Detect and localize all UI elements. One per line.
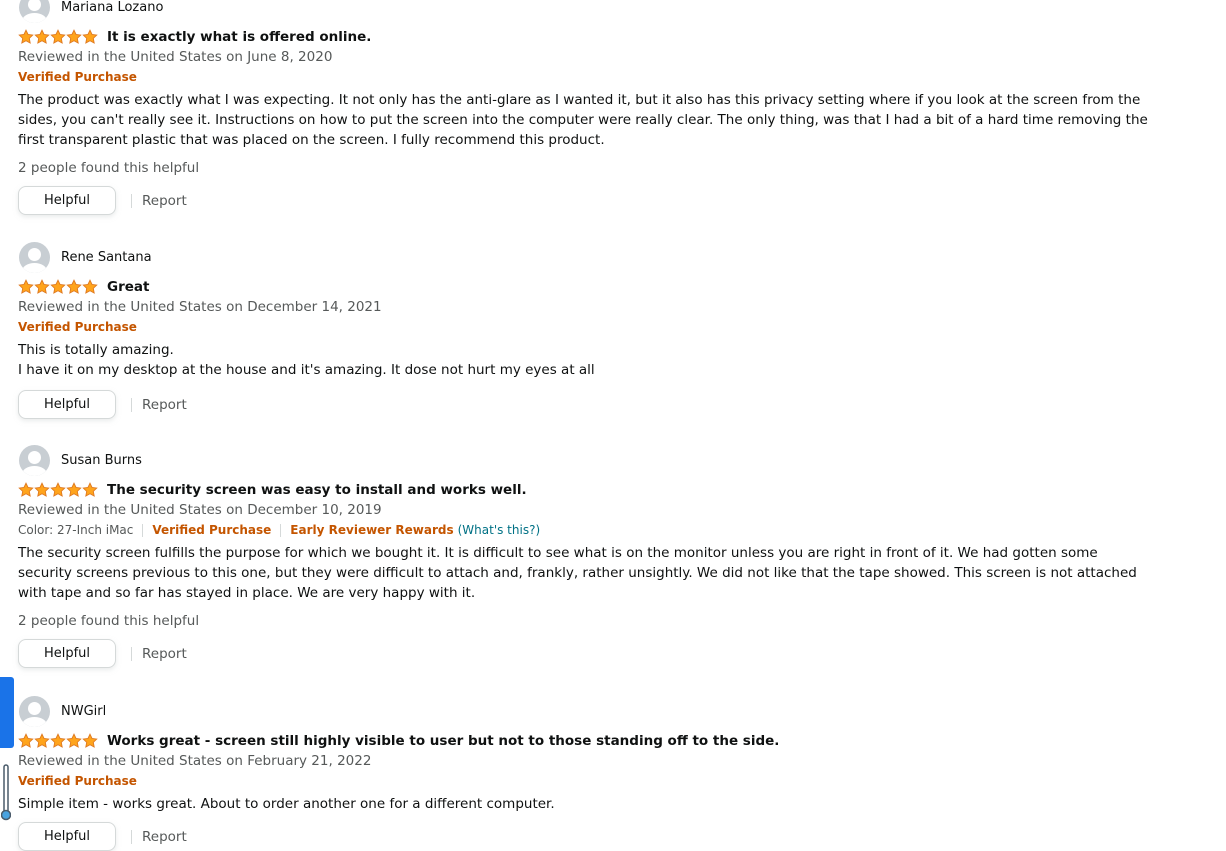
star-rating[interactable] xyxy=(18,733,98,749)
star-icon xyxy=(50,482,66,497)
helpful-button[interactable]: Helpful xyxy=(18,186,116,215)
verified-purchase-badge: Verified Purchase xyxy=(18,774,137,788)
divider xyxy=(280,523,282,537)
divider xyxy=(131,646,132,661)
star-icon xyxy=(34,733,50,748)
review-body-paragraph: The product was exactly what I was expec… xyxy=(18,92,1148,148)
helpful-button[interactable]: Helpful xyxy=(18,822,116,851)
report-link[interactable]: Report xyxy=(142,397,187,413)
star-icon xyxy=(34,29,50,44)
reviewer-name: Susan Burns xyxy=(61,452,142,468)
star-icon xyxy=(66,733,82,748)
star-icon xyxy=(34,279,50,294)
avatar-icon xyxy=(19,0,50,23)
star-icon xyxy=(18,482,34,497)
review-body: The product was exactly what I was expec… xyxy=(18,90,1148,150)
reviewer-profile[interactable]: Susan Burns xyxy=(18,444,1168,476)
helpful-count: 2 people found this helpful xyxy=(18,613,200,629)
review-body-paragraph: The security screen fulfills the purpose… xyxy=(18,545,1137,601)
review-card: Susan Burns The security screen was easy… xyxy=(18,444,1168,668)
star-icon xyxy=(82,279,98,294)
review-card: Rene Santana Great Reviewed in the Unite… xyxy=(18,241,1168,419)
review-body: The security screen fulfills the purpose… xyxy=(18,543,1148,603)
reviewer-name: Rene Santana xyxy=(61,249,152,265)
star-icon xyxy=(34,482,50,497)
star-rating[interactable] xyxy=(18,279,98,295)
divider xyxy=(142,523,144,537)
divider xyxy=(131,829,132,844)
star-rating[interactable] xyxy=(18,482,98,498)
star-icon xyxy=(82,29,98,44)
reviewer-profile[interactable]: NWGirl xyxy=(18,695,1168,727)
review-date: Reviewed in the United States on Februar… xyxy=(18,753,372,769)
review-title[interactable]: Works great - screen still highly visibl… xyxy=(107,733,779,749)
star-icon xyxy=(66,482,82,497)
early-reviewer-badge: Early Reviewer Rewards xyxy=(290,523,454,537)
star-icon xyxy=(82,733,98,748)
divider xyxy=(131,193,132,208)
review-body: This is totally amazing. I have it on my… xyxy=(18,340,1148,380)
review-body-paragraph: I have it on my desktop at the house and… xyxy=(18,362,595,378)
review-body-paragraph: This is totally amazing. xyxy=(18,342,174,358)
reviewer-profile[interactable]: Mariana Lozano xyxy=(18,0,1168,23)
star-icon xyxy=(18,733,34,748)
divider xyxy=(131,397,132,412)
product-variant[interactable]: Color: 27-Inch iMac xyxy=(18,520,133,540)
avatar-icon xyxy=(19,695,50,727)
helpful-button[interactable]: Helpful xyxy=(18,390,116,419)
review-date: Reviewed in the United States on Decembe… xyxy=(18,502,382,518)
verified-purchase-badge: Verified Purchase xyxy=(18,70,137,84)
review-title[interactable]: The security screen was easy to install … xyxy=(107,482,527,498)
reviewer-name: NWGirl xyxy=(61,703,107,719)
thermometer-icon xyxy=(1,764,11,821)
verified-purchase-badge: Verified Purchase xyxy=(152,523,272,537)
whats-this-link[interactable]: (What's this?) xyxy=(458,520,541,540)
review-date: Reviewed in the United States on June 8,… xyxy=(18,49,333,65)
avatar-icon xyxy=(19,241,50,273)
star-icon xyxy=(50,279,66,294)
review-card: Mariana Lozano It is exactly what is off… xyxy=(18,0,1168,215)
star-rating[interactable] xyxy=(18,29,98,45)
star-icon xyxy=(66,279,82,294)
review-date: Reviewed in the United States on Decembe… xyxy=(18,299,382,315)
star-icon xyxy=(18,29,34,44)
helpful-count: 2 people found this helpful xyxy=(18,160,200,176)
review-title[interactable]: Great xyxy=(107,279,149,295)
reviewer-name: Mariana Lozano xyxy=(61,0,164,15)
side-feedback-tab[interactable] xyxy=(0,677,14,748)
star-icon xyxy=(50,733,66,748)
star-icon xyxy=(82,482,98,497)
avatar-icon xyxy=(19,444,50,476)
report-link[interactable]: Report xyxy=(142,193,187,209)
star-icon xyxy=(18,279,34,294)
star-icon xyxy=(66,29,82,44)
report-link[interactable]: Report xyxy=(142,829,187,845)
verified-purchase-badge: Verified Purchase xyxy=(18,320,137,334)
review-card: NWGirl Works great - screen still highly… xyxy=(18,695,1168,851)
reviewer-profile[interactable]: Rene Santana xyxy=(18,241,1168,273)
review-body-paragraph: Simple item - works great. About to orde… xyxy=(18,796,555,812)
helpful-button[interactable]: Helpful xyxy=(18,639,116,668)
review-title[interactable]: It is exactly what is offered online. xyxy=(107,29,371,45)
star-icon xyxy=(50,29,66,44)
review-body: Simple item - works great. About to orde… xyxy=(18,794,1148,814)
report-link[interactable]: Report xyxy=(142,646,187,662)
